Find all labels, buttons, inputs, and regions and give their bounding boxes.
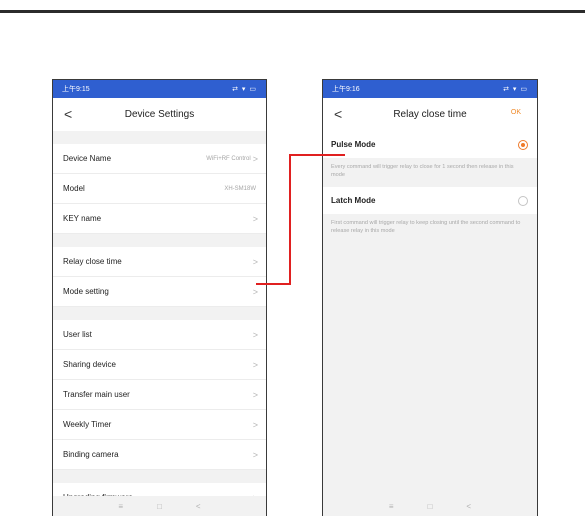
connector-line bbox=[256, 154, 345, 285]
connector-path bbox=[256, 154, 345, 285]
